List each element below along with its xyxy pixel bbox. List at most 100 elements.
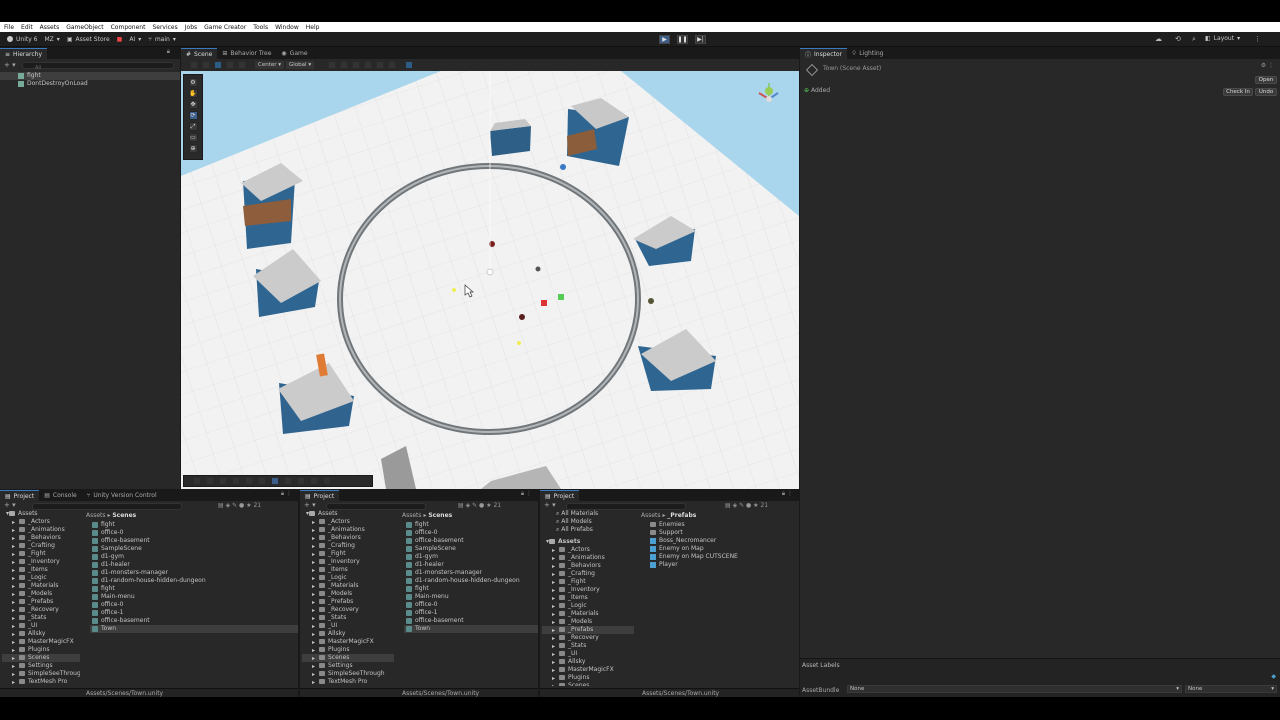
asset-folder-item[interactable]: ▸ _Behaviors (542, 562, 634, 570)
asset-folder-item[interactable]: ▸ _Stats (302, 614, 394, 622)
tab-version-control[interactable]: ⑂ Unity Version Control (82, 490, 162, 501)
asset-folder-item[interactable]: ▸ _Prefabs (302, 598, 394, 606)
tab-game[interactable]: ◉ Game (276, 48, 312, 59)
asset-folder-item[interactable]: ▸ _Crafting (542, 570, 634, 578)
project-filter-icons[interactable]: ▤ ◈ ✎ ● ★ 21 (458, 502, 501, 509)
overlay-tool-icon[interactable] (193, 477, 201, 485)
grid-snap-icon[interactable] (340, 61, 349, 69)
asset-folder-item[interactable]: ▸ _Crafting (302, 542, 394, 550)
hierarchy-item-fight[interactable]: fight (0, 72, 180, 80)
scene-file-item[interactable]: Main-menu (90, 593, 298, 601)
asset-folder-item[interactable]: ▸ _Prefabs (2, 598, 80, 606)
asset-folder-item[interactable]: ▸ _Recovery (302, 606, 394, 614)
scene-file-item[interactable]: office-1 (404, 609, 538, 617)
visibility-icon[interactable] (364, 61, 373, 69)
scene-file-item[interactable]: office-0 (90, 601, 298, 609)
scene-file-item[interactable]: Main-menu (404, 593, 538, 601)
asset-folder-item[interactable]: ▸ _Inventory (2, 558, 80, 566)
asset-folder-item[interactable]: ▸ _Inventory (302, 558, 394, 566)
scene-file-item[interactable]: office-0 (404, 601, 538, 609)
scene-file-item[interactable]: Town (90, 625, 298, 633)
asset-folder-item[interactable]: ▸ _Actors (542, 546, 634, 554)
unity-version[interactable]: Unity 6 (7, 36, 38, 43)
tab-project-3[interactable]: ▤ Project (540, 490, 580, 501)
asset-folder-item[interactable]: ▸ _Actors (302, 518, 394, 526)
overlay-tool-icon[interactable] (258, 477, 266, 485)
asset-variant-select[interactable]: None ▾ (1185, 685, 1277, 693)
asset-folder-item[interactable]: ▸ MasterMagicFX (302, 638, 394, 646)
account-dropdown[interactable]: MZ ▾ (45, 36, 60, 43)
asset-folder-item[interactable]: ▸ _Materials (542, 610, 634, 618)
asset-folder-item[interactable]: ▸ _Models (542, 618, 634, 626)
scene-file-item[interactable]: d1-random-house-hidden-dungeon (90, 577, 298, 585)
assets-root[interactable]: ▾ Assets (542, 538, 634, 546)
asset-folder-item[interactable]: ▸ _Prefabs (542, 626, 634, 634)
menu-item[interactable]: Tools (253, 24, 268, 31)
asset-folder-item[interactable]: ▸ _Recovery (542, 634, 634, 642)
snap-icon[interactable] (328, 61, 337, 69)
create-asset-button[interactable]: + ▾ (4, 501, 16, 509)
overlay-tool-icon[interactable] (284, 477, 292, 485)
asset-folder-item[interactable]: ▸ _Items (302, 566, 394, 574)
overlay-tool-icon[interactable] (232, 477, 240, 485)
asset-folder-item[interactable]: ▸Scenes (302, 654, 394, 662)
scene-file-item[interactable]: office-0 (90, 529, 298, 537)
asset-folder-item[interactable]: ▸ SimpleSeeThrough (302, 670, 394, 678)
asset-folder-item[interactable]: ▸Scenes (542, 682, 634, 686)
asset-folder-item[interactable]: ▸ TextMesh Pro (2, 678, 80, 686)
asset-folder-item[interactable]: ▸ Settings (302, 662, 394, 670)
asset-folder-item[interactable]: ▸ Settings (2, 662, 80, 670)
search-icon[interactable]: ⌕ (1192, 35, 1196, 44)
asset-folder-item[interactable]: ▸ _Animations (302, 526, 394, 534)
scene-file-item[interactable]: d1-monsters-manager (90, 569, 298, 577)
rect-tool-icon[interactable]: ▭ (188, 133, 198, 142)
asset-bundle-select[interactable]: None ▾ (847, 685, 1182, 693)
hierarchy-lock-icon[interactable]: 🔒︎ (167, 48, 180, 59)
prefab-item[interactable]: Boss_Necromancer (648, 537, 798, 545)
overlay-tool-icon[interactable] (271, 477, 279, 485)
asset-folder-item[interactable]: ▸ _Items (2, 566, 80, 574)
sphere-icon[interactable] (214, 61, 222, 69)
step-button[interactable]: ▶| (695, 35, 706, 44)
asset-folder-item[interactable]: ▸ _Fight (2, 550, 80, 558)
prefab-item[interactable]: Support (648, 529, 798, 537)
scene-file-item[interactable]: office-basement (90, 617, 298, 625)
menu-item[interactable]: Component (111, 24, 146, 31)
scene-viewport[interactable]: ⚙ ✋ ✥ ⟳ ⤢ ▭ ⊕ (181, 71, 799, 489)
scene-file-item[interactable]: fight (90, 585, 298, 593)
asset-folder-item[interactable]: ▸ _Actors (2, 518, 80, 526)
pivot-dropdown[interactable]: Center ▾ (255, 61, 285, 69)
scene-file-item[interactable]: d1-monsters-manager (404, 569, 538, 577)
menu-item[interactable]: Assets (40, 24, 60, 31)
prefab-item[interactable]: Enemies (648, 521, 798, 529)
history-icon[interactable]: ⟲ (1175, 35, 1181, 43)
assets-root[interactable]: ▾ Assets (302, 510, 394, 518)
project-filter-icons[interactable]: ▤ ◈ ✎ ● ★ 21 (218, 502, 261, 509)
tab-project-2[interactable]: ▤ Project (300, 490, 340, 501)
layout-dropdown[interactable]: ◧ Layout ▾ (1205, 35, 1240, 42)
asset-folder-item[interactable]: ▸Scenes (2, 654, 80, 662)
create-asset-button[interactable]: + ▾ (304, 501, 316, 509)
project-mid-search[interactable] (326, 503, 426, 510)
asset-folder-item[interactable]: ▸ _Stats (2, 614, 80, 622)
asset-folder-item[interactable]: ▸ _Fight (542, 578, 634, 586)
asset-folder-item[interactable]: ▸ _UI (302, 622, 394, 630)
scene-file-item[interactable]: d1-random-house-hidden-dungeon (404, 577, 538, 585)
check-in-button[interactable]: Check In (1223, 88, 1253, 96)
asset-folder-item[interactable]: ▸ Plugins (542, 674, 634, 682)
create-asset-button[interactable]: + ▾ (544, 501, 556, 509)
scene-file-item[interactable]: office-basement (404, 617, 538, 625)
effects-icon[interactable] (238, 61, 246, 69)
tab-behavior-tree[interactable]: ⊞ Behavior Tree (217, 48, 276, 59)
asset-folder-item[interactable]: ▸ _Stats (542, 642, 634, 650)
tab-project[interactable]: ▤ Project (0, 490, 40, 501)
branch-dropdown[interactable]: ⑂ main ▾ (148, 36, 176, 43)
add-object-button[interactable]: + ▾ (4, 61, 16, 69)
menu-item[interactable]: Edit (21, 24, 33, 31)
transform-tool-icon[interactable]: ⊕ (188, 144, 198, 153)
hierarchy-search-input[interactable]: All (22, 62, 174, 71)
menu-item[interactable]: Game Creator (204, 24, 246, 31)
view-tool-icon[interactable]: ⚙ (188, 78, 198, 87)
menu-item[interactable]: Help (306, 24, 320, 31)
hierarchy-item-dontdestroy[interactable]: DontDestroyOnLoad (0, 80, 180, 88)
